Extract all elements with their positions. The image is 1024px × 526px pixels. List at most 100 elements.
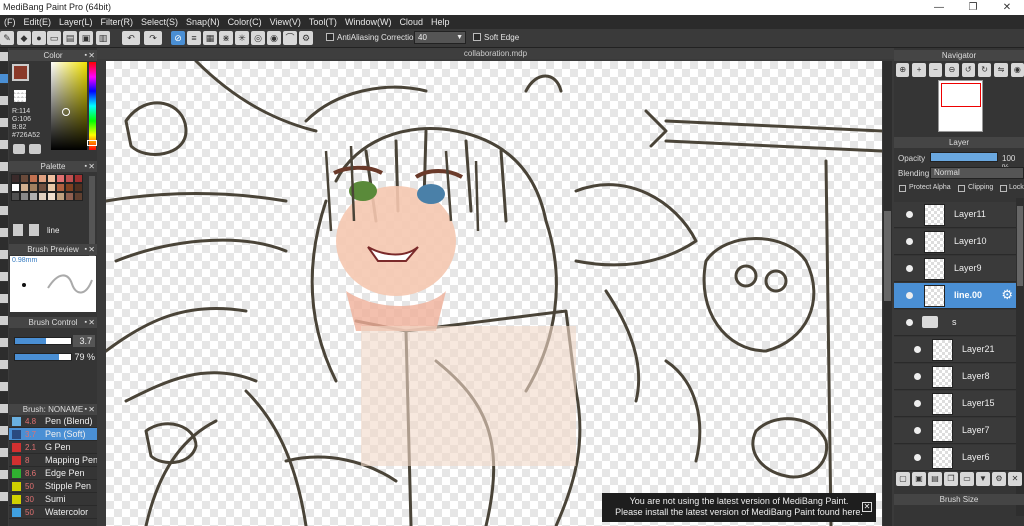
- stamp-tool-icon[interactable]: [0, 492, 8, 502]
- update-notice[interactable]: You are not using the latest version of …: [602, 493, 876, 522]
- canvas-vertical-scrollbar[interactable]: [883, 61, 892, 526]
- move-tool-icon[interactable]: [0, 118, 8, 128]
- layer-row[interactable]: Layer6: [894, 445, 1016, 471]
- hue-slider[interactable]: [89, 62, 96, 150]
- palette-swatch[interactable]: [11, 174, 20, 183]
- bucket-tool-icon[interactable]: [0, 206, 8, 216]
- brush-item[interactable]: 30 Sumi: [9, 493, 97, 506]
- rotate-tool-icon[interactable]: [0, 426, 8, 436]
- new-halftone-layer-icon[interactable]: ▣: [912, 472, 926, 486]
- menu-item-4[interactable]: Select(S): [137, 17, 182, 27]
- radial-snap-icon[interactable]: ✳: [235, 31, 249, 45]
- zoom-reset-icon[interactable]: ⊖: [945, 63, 959, 77]
- delete-layer-icon[interactable]: ✕: [1008, 472, 1022, 486]
- layer-row[interactable]: Layer11: [894, 202, 1016, 228]
- brush-item[interactable]: 50 Stipple Pen: [9, 480, 97, 493]
- menu-item-10[interactable]: Cloud: [395, 17, 427, 27]
- palette-swatch[interactable]: [74, 183, 83, 192]
- close-icon[interactable]: ✕: [88, 244, 95, 255]
- drawing-canvas[interactable]: [106, 61, 882, 526]
- gear-icon[interactable]: ⚙: [1001, 287, 1013, 303]
- page-icon[interactable]: ▤: [63, 31, 77, 45]
- maximize-button[interactable]: ❐: [956, 0, 990, 15]
- zoom-out-icon[interactable]: −: [928, 63, 943, 77]
- minimize-button[interactable]: —: [922, 0, 956, 15]
- palette-swatch[interactable]: [56, 183, 65, 192]
- palette-swatch[interactable]: [11, 192, 20, 201]
- gradient-tool-icon[interactable]: [0, 228, 8, 238]
- zoom-tool-icon[interactable]: [0, 360, 8, 370]
- pin-icon[interactable]: ▪: [85, 50, 87, 61]
- fill-tool-icon[interactable]: ◆: [17, 31, 31, 45]
- reset-view-icon[interactable]: ◉: [1010, 63, 1024, 77]
- menu-item-11[interactable]: Help: [427, 17, 454, 27]
- lock-checkbox[interactable]: [1000, 185, 1007, 192]
- save-icon[interactable]: ▣: [79, 31, 93, 45]
- palette-swatch[interactable]: [29, 183, 38, 192]
- clipping-checkbox[interactable]: [958, 185, 965, 192]
- palette-swatch[interactable]: [74, 192, 83, 201]
- palette-swatch[interactable]: [29, 174, 38, 183]
- circle-snap-icon[interactable]: ◎: [251, 31, 265, 45]
- palette-swatch[interactable]: [65, 183, 74, 192]
- scroll-thumb[interactable]: [1017, 206, 1023, 286]
- palette-swatch[interactable]: [65, 192, 74, 201]
- layers-icon[interactable]: ▥: [96, 31, 110, 45]
- brush-item[interactable]: 3.7 Pen (Soft): [9, 428, 97, 441]
- new-layer-icon[interactable]: ▢: [896, 472, 910, 486]
- frame-tool-icon[interactable]: [0, 448, 8, 458]
- palette-swatch[interactable]: [38, 192, 47, 201]
- hue-slider-handle[interactable]: [87, 140, 97, 146]
- layer-row[interactable]: Layer9: [894, 256, 1016, 282]
- brush-item[interactable]: 8 Mapping Pen: [9, 454, 97, 467]
- rotate-left-icon[interactable]: ↺: [961, 63, 975, 77]
- menu-item-8[interactable]: Tool(T): [305, 17, 341, 27]
- pin-icon[interactable]: ▪: [85, 317, 87, 328]
- layer-scrollbar[interactable]: [1016, 198, 1024, 516]
- visibility-eye-icon[interactable]: [906, 238, 913, 245]
- zoom-in-icon[interactable]: +: [912, 63, 926, 77]
- visibility-eye-icon[interactable]: [906, 211, 913, 218]
- palette-swatch[interactable]: [56, 174, 65, 183]
- snap-settings-icon[interactable]: ⚙: [299, 31, 313, 45]
- palette-swatch[interactable]: [20, 183, 29, 192]
- eyedropper-icon[interactable]: [0, 316, 8, 326]
- brush-item[interactable]: 2.1 G Pen: [9, 441, 97, 454]
- color-mix-icon[interactable]: [29, 144, 41, 154]
- color-picker-cursor[interactable]: [62, 108, 70, 116]
- visibility-eye-icon[interactable]: [914, 454, 921, 461]
- menu-item-0[interactable]: (F): [0, 17, 20, 27]
- palette-swatch[interactable]: [20, 192, 29, 201]
- color-wheel-icon[interactable]: [13, 144, 25, 154]
- curve-snap-icon[interactable]: ⌒: [283, 31, 297, 45]
- undo-icon[interactable]: ↶: [122, 31, 140, 45]
- palette-swatch[interactable]: [38, 174, 47, 183]
- foreground-color-swatch[interactable]: [12, 64, 29, 81]
- blur-tool-icon[interactable]: [0, 382, 8, 392]
- layer-row[interactable]: Layer10: [894, 229, 1016, 255]
- pin-icon[interactable]: ▪: [85, 161, 87, 172]
- brush-opacity-slider[interactable]: [14, 353, 72, 361]
- close-icon[interactable]: ✕: [88, 161, 95, 172]
- pin-icon[interactable]: ▪: [85, 244, 87, 255]
- layer-row[interactable]: Layer8: [894, 364, 1016, 390]
- visibility-eye-icon[interactable]: [914, 427, 921, 434]
- correction-select[interactable]: 40 ▼: [414, 31, 466, 44]
- duplicate-layer-icon[interactable]: ❐: [944, 472, 958, 486]
- menu-item-2[interactable]: Layer(L): [55, 17, 97, 27]
- layer-settings-icon[interactable]: ⚙: [992, 472, 1006, 486]
- visibility-eye-icon[interactable]: [906, 319, 913, 326]
- visibility-eye-icon[interactable]: [914, 400, 921, 407]
- redo-icon[interactable]: ↷: [144, 31, 162, 45]
- text-tool-icon[interactable]: ▭: [47, 31, 61, 45]
- soft-edge-checkbox[interactable]: [473, 33, 481, 41]
- brush-size-value[interactable]: 3.7: [73, 335, 95, 347]
- navigator-thumbnail[interactable]: [938, 80, 983, 132]
- smudge-tool-icon[interactable]: [0, 404, 8, 414]
- panel-tool-icon[interactable]: [0, 470, 8, 480]
- new-folder-icon[interactable]: ▭: [960, 472, 974, 486]
- visibility-eye-icon[interactable]: [906, 292, 913, 299]
- layer-row[interactable]: Layer21: [894, 337, 1016, 363]
- layer-row[interactable]: Layer7: [894, 418, 1016, 444]
- rotate-right-icon[interactable]: ↻: [977, 63, 992, 77]
